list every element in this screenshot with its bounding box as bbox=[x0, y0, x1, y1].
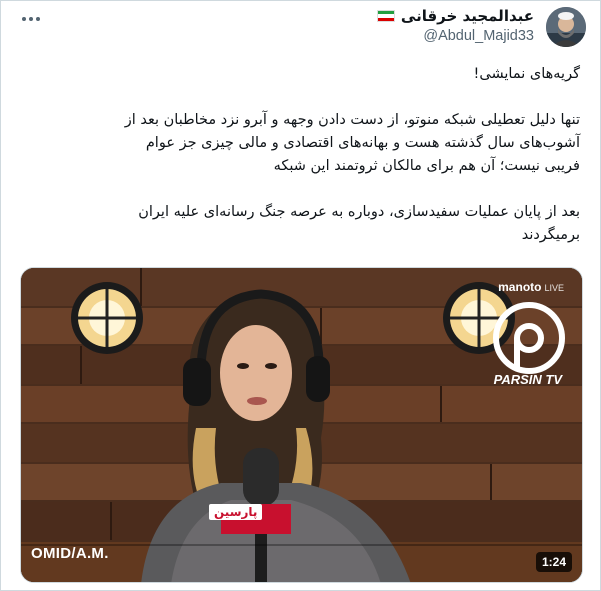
video-watermark: OMID/A.M. bbox=[31, 545, 109, 562]
tweet-line: برمیگردند bbox=[521, 227, 580, 243]
author-identity: عبدالمجید خرقانی @Abdul_Majid33 bbox=[376, 7, 534, 44]
display-name[interactable]: عبدالمجید خرقانی bbox=[401, 7, 534, 25]
tweet-line: آشوب‌های سال گذشته هست و بهانه‌های اقتصا… bbox=[145, 135, 580, 151]
more-options-button[interactable] bbox=[15, 9, 47, 29]
video-frame bbox=[21, 268, 582, 582]
mic-flag-label: پارسین bbox=[209, 504, 263, 520]
tweet-line: تنها دلیل تعطیلی شبکه منوتو، از دست دادن… bbox=[124, 112, 580, 128]
parsin-logo-text: PARSIN TV bbox=[493, 372, 562, 387]
tweet-title-line: گریه‌های نمایشی! bbox=[473, 66, 580, 82]
avatar[interactable] bbox=[546, 7, 586, 47]
tweet-text: گریه‌های نمایشی! تنها دلیل تعطیلی شبکه م… bbox=[31, 63, 580, 247]
iran-flag-icon bbox=[376, 10, 395, 22]
avatar-image bbox=[546, 7, 586, 47]
more-dots-icon bbox=[22, 17, 40, 21]
tweet-line: فریبی نیست؛ آن هم برای مالکان ثروتمند ای… bbox=[273, 158, 580, 174]
video-player[interactable]: manoto LIVE PARSIN TV پارسین OMID/A.M. 1:… bbox=[20, 267, 583, 583]
tweet-card: عبدالمجید خرقانی @Abdul_Majid33 گریه‌های… bbox=[0, 0, 601, 591]
tweet-line: بعد از پایان عملیات سفیدسازی، دوباره به … bbox=[138, 204, 580, 220]
wall-lamp-left bbox=[71, 282, 143, 354]
display-name-row: عبدالمجید خرقانی bbox=[376, 7, 534, 25]
channel-label: manoto LIVE bbox=[498, 280, 564, 294]
user-handle[interactable]: @Abdul_Majid33 bbox=[377, 28, 534, 44]
video-duration-badge: 1:24 bbox=[535, 552, 572, 572]
